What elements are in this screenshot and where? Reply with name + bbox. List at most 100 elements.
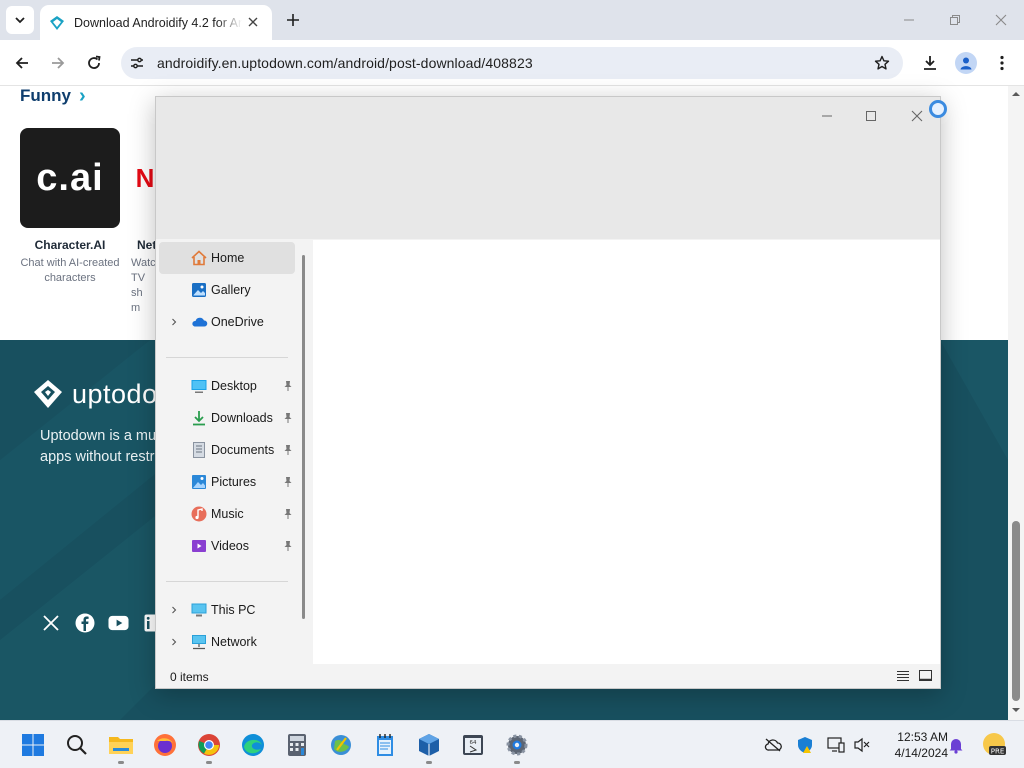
chevron-right-icon[interactable] xyxy=(169,317,179,327)
nav-item-downloads[interactable]: Downloads xyxy=(159,402,295,434)
scroll-thumb[interactable] xyxy=(1012,521,1020,701)
nav-item-this-pc[interactable]: This PC xyxy=(159,594,295,626)
tab-search-button[interactable] xyxy=(6,6,34,34)
display-icon[interactable] xyxy=(826,735,846,755)
pin-icon[interactable] xyxy=(283,444,293,456)
pin-icon[interactable] xyxy=(283,508,293,520)
scroll-down-icon[interactable] xyxy=(1012,706,1020,714)
volume-muted-icon[interactable] xyxy=(852,735,872,755)
dialog-maximize-button[interactable] xyxy=(856,103,886,129)
forward-button[interactable] xyxy=(44,49,72,77)
new-tab-button[interactable] xyxy=(281,8,305,32)
profile-button[interactable] xyxy=(952,49,980,77)
settings-icon[interactable] xyxy=(501,729,533,764)
terminal-icon[interactable]: 64 xyxy=(457,729,489,761)
minimize-button[interactable] xyxy=(895,6,923,34)
file-explorer-icon[interactable] xyxy=(105,729,137,764)
nav-item-label: Documents xyxy=(211,443,275,457)
uptodown-favicon-icon xyxy=(48,14,66,32)
close-window-button[interactable] xyxy=(987,6,1015,34)
nav-item-gallery[interactable]: Gallery xyxy=(159,274,295,306)
restore-button[interactable] xyxy=(941,6,969,34)
browser-toolbar: androidify.en.uptodown.com/android/post-… xyxy=(0,40,1024,86)
security-warning-icon[interactable] xyxy=(795,735,815,755)
pin-icon[interactable] xyxy=(283,540,293,552)
social-links xyxy=(40,612,163,633)
app-icon[interactable] xyxy=(325,729,357,761)
site-info-button[interactable] xyxy=(123,49,151,77)
nav-item-label: Videos xyxy=(211,539,249,553)
tab-strip: Download Androidify 4.2 for Android xyxy=(0,0,1024,40)
facebook-icon[interactable] xyxy=(74,612,95,633)
dialog-titlebar[interactable] xyxy=(156,97,940,239)
running-indicator xyxy=(206,761,212,764)
nav-item-pictures[interactable]: Pictures xyxy=(159,466,295,498)
file-dialog: Home Gallery OneDrive Desktop Downloads Docum… xyxy=(155,96,947,689)
tab-title: Download Androidify 4.2 for Android xyxy=(74,15,242,30)
chevron-right-icon: › xyxy=(79,86,86,107)
chevron-right-icon[interactable] xyxy=(169,637,179,647)
close-icon xyxy=(911,110,923,122)
youtube-icon[interactable] xyxy=(108,612,129,633)
nav-item-label: Downloads xyxy=(211,411,273,425)
uptodown-logo[interactable]: uptodo xyxy=(32,378,158,410)
avatar xyxy=(955,52,977,74)
search-icon[interactable] xyxy=(61,729,93,761)
nav-pane-scrollbar[interactable] xyxy=(302,255,305,619)
pin-icon[interactable] xyxy=(283,412,293,424)
details-view-button[interactable] xyxy=(895,668,911,684)
browser-tab[interactable]: Download Androidify 4.2 for Android xyxy=(40,5,272,40)
browser-menu-button[interactable] xyxy=(988,49,1016,77)
nav-item-music[interactable]: Music xyxy=(159,498,295,530)
app-name: Character.AI xyxy=(34,238,106,252)
clock-time: 12:53 AM xyxy=(897,730,948,744)
firefox-icon[interactable] xyxy=(149,729,181,761)
dialog-status-bar: 0 items xyxy=(156,664,940,688)
app-description: Chat with AI-created characters xyxy=(20,257,120,284)
file-list-area[interactable] xyxy=(313,240,940,664)
dialog-minimize-button[interactable] xyxy=(812,103,842,129)
nav-item-documents[interactable]: Documents xyxy=(159,434,295,466)
videos-icon xyxy=(190,537,208,555)
cloud-offline-icon[interactable] xyxy=(763,735,783,755)
windows-insider-pre-icon[interactable]: PRE xyxy=(981,731,1007,757)
app-card-character-ai[interactable]: c.ai Character.AI Chat with AI-created c… xyxy=(20,128,130,286)
dialog-close-button[interactable] xyxy=(902,103,932,129)
network-icon xyxy=(190,633,208,651)
reload-button[interactable] xyxy=(80,49,108,77)
start-icon[interactable] xyxy=(17,729,49,761)
notification-bell-icon[interactable] xyxy=(946,735,966,755)
scroll-up-icon[interactable] xyxy=(1012,90,1020,98)
chevron-right-icon[interactable] xyxy=(169,605,179,615)
nav-item-label: OneDrive xyxy=(211,315,264,329)
downloads-button[interactable] xyxy=(916,49,944,77)
plus-icon xyxy=(287,14,299,26)
bookmark-button[interactable] xyxy=(869,50,895,76)
address-bar[interactable]: androidify.en.uptodown.com/android/post-… xyxy=(121,47,903,79)
nav-item-home[interactable]: Home xyxy=(159,242,295,274)
calculator-icon[interactable] xyxy=(281,729,313,761)
svg-text:PRE: PRE xyxy=(991,748,1005,756)
nav-item-desktop[interactable]: Desktop xyxy=(159,370,295,402)
nav-item-network[interactable]: Network xyxy=(159,626,295,658)
system-clock[interactable]: 12:53 AM 4/14/2024 xyxy=(880,729,948,761)
minimize-icon xyxy=(904,19,914,21)
edge-icon[interactable] xyxy=(237,729,269,761)
chrome-icon[interactable] xyxy=(193,729,225,764)
close-tab-icon[interactable] xyxy=(244,13,262,31)
x-icon[interactable] xyxy=(40,612,61,633)
pin-icon[interactable] xyxy=(283,476,293,488)
back-button[interactable] xyxy=(8,49,36,77)
page-scrollbar[interactable] xyxy=(1008,86,1024,720)
pictures-icon xyxy=(190,473,208,491)
nav-item-label: This PC xyxy=(211,603,256,617)
nav-item-videos[interactable]: Videos xyxy=(159,530,295,562)
home-icon xyxy=(190,249,208,267)
minimize-icon xyxy=(822,115,832,117)
section-heading[interactable]: Funny › xyxy=(20,86,86,106)
notepad-icon[interactable] xyxy=(369,729,401,761)
virtualbox-icon[interactable] xyxy=(413,729,445,764)
pin-icon[interactable] xyxy=(283,380,293,392)
nav-item-onedrive[interactable]: OneDrive xyxy=(159,306,295,338)
thumbnail-view-button[interactable] xyxy=(917,668,933,684)
